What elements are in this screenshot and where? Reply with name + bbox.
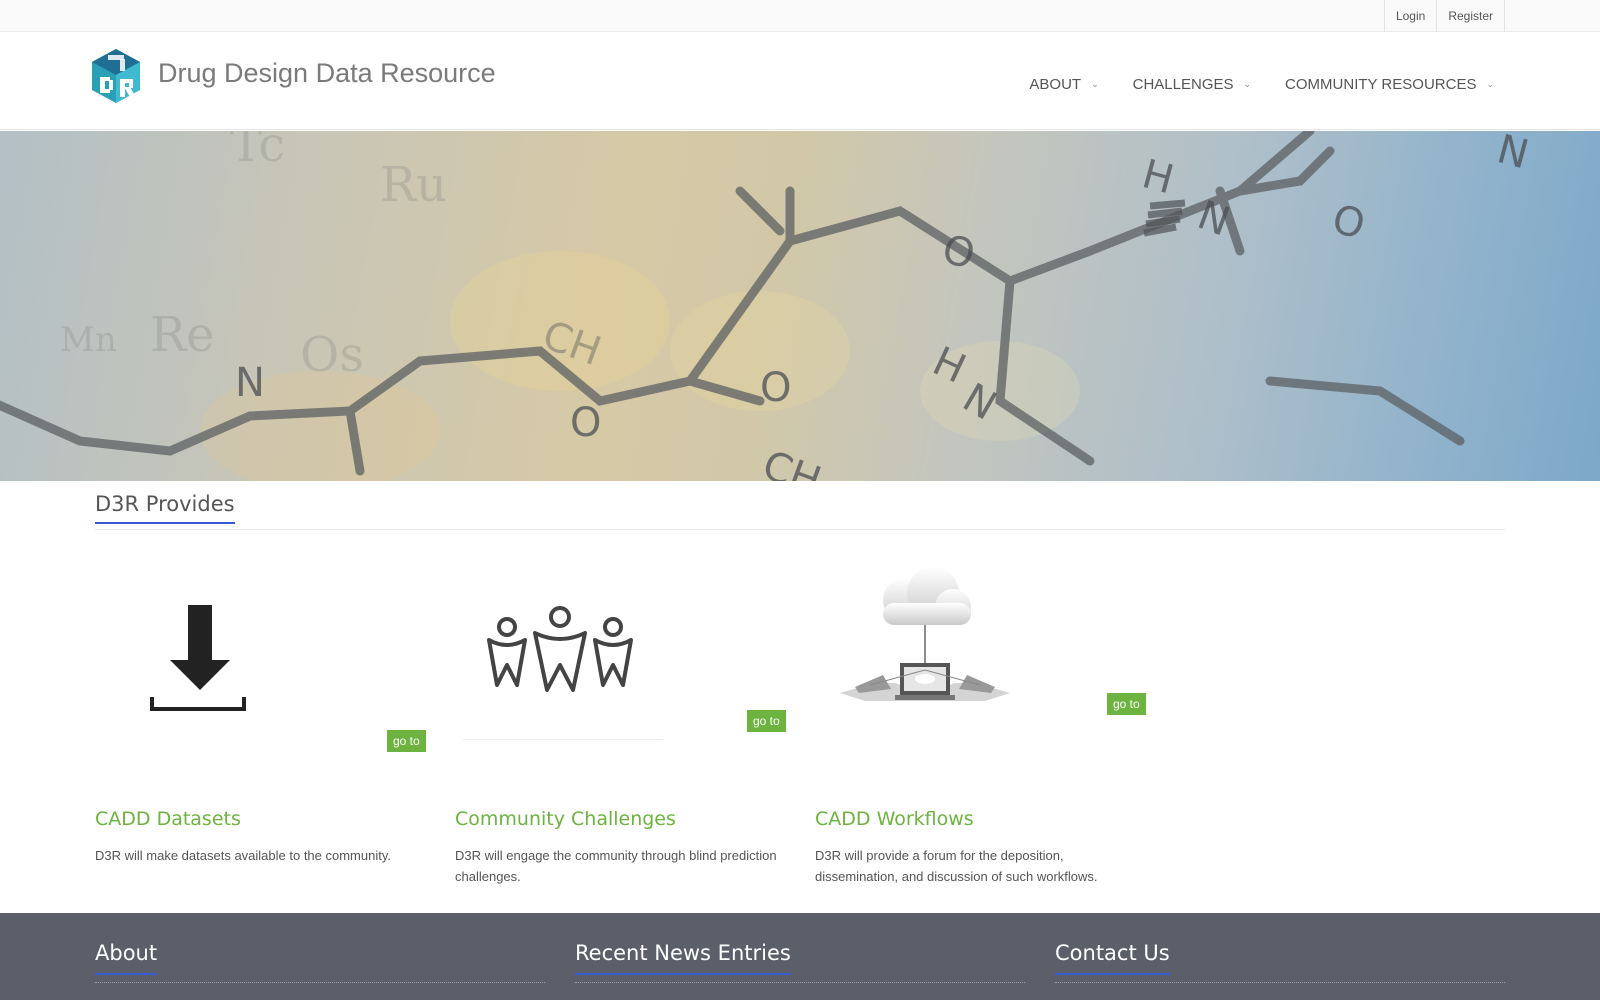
footer-about: About <box>95 941 545 983</box>
feature-image: go to <box>815 565 1155 765</box>
register-link[interactable]: Register <box>1436 0 1504 32</box>
nav-label: CHALLENGES <box>1132 76 1234 93</box>
svg-text:O: O <box>570 400 601 446</box>
svg-text:Os: Os <box>300 327 364 383</box>
chevron-down-icon: ⌄ <box>1486 79 1494 89</box>
chevron-down-icon: ⌄ <box>1243 79 1252 89</box>
svg-text:N: N <box>1492 131 1533 178</box>
molecule-background-image: O H N O N O O H N N CH CH Tc Ru Re Mn Os <box>0 131 1533 481</box>
account-links: Login Register <box>1383 0 1505 32</box>
svg-text:O: O <box>1327 196 1369 249</box>
site-title[interactable]: Drug Design Data Resource <box>158 58 496 89</box>
goto-button[interactable]: go to <box>1107 693 1146 715</box>
footer-heading: Recent News Entries <box>575 941 791 975</box>
goto-button[interactable]: go to <box>747 710 786 732</box>
site-footer: About Recent News Entries Contact Us <box>0 913 1600 1000</box>
svg-text:Re: Re <box>150 307 215 363</box>
svg-text:N: N <box>235 360 265 406</box>
feature-image: go to <box>95 565 435 765</box>
goto-button[interactable]: go to <box>387 730 426 752</box>
nav-label: ABOUT <box>1029 76 1082 93</box>
cloud-network-icon <box>840 567 1010 701</box>
feature-description: D3R will make datasets available to the … <box>95 848 391 863</box>
people-icon <box>487 606 633 692</box>
footer-heading: About <box>95 941 158 975</box>
feature-title[interactable]: Community Challenges <box>455 808 676 830</box>
svg-text:CH: CH <box>757 442 827 481</box>
nav-about[interactable]: ABOUT ⌄ <box>1029 76 1098 93</box>
feature-title[interactable]: CADD Datasets <box>95 808 241 830</box>
feature-description: D3R will provide a forum for the deposit… <box>815 848 1098 884</box>
feature-community-challenges: go to Community Challenges D3R will enga… <box>455 565 795 884</box>
section-title: D3R Provides <box>95 492 235 524</box>
hero-banner: O H N O N O O H N N CH CH Tc Ru Re Mn Os <box>0 131 1600 481</box>
svg-text:Tc: Tc <box>230 131 285 173</box>
nav-community-resources[interactable]: COMMUNITY RESOURCES ⌄ <box>1285 76 1494 93</box>
nav-label: COMMUNITY RESOURCES <box>1285 76 1477 93</box>
login-link[interactable]: Login <box>1385 0 1436 32</box>
main-nav: ABOUT ⌄ CHALLENGES ⌄ COMMUNITY RESOURCES… <box>995 76 1494 93</box>
download-icon <box>150 605 246 711</box>
footer-heading: Contact Us <box>1055 941 1170 975</box>
svg-text:N: N <box>1192 192 1236 245</box>
feature-title[interactable]: CADD Workflows <box>815 808 974 830</box>
top-utility-bar: Login Register <box>0 0 1600 32</box>
svg-text:H: H <box>1137 151 1178 203</box>
svg-text:Ru: Ru <box>380 157 447 213</box>
feature-cadd-workflows: go to CADD Workflows D3R will provide a … <box>815 565 1155 884</box>
footer-contact: Contact Us <box>1055 941 1505 983</box>
provides-section-header: D3R Provides <box>95 492 1505 530</box>
divider <box>463 739 663 740</box>
site-header: Drug Design Data Resource ABOUT ⌄ CHALLE… <box>0 32 1600 130</box>
d3r-logo[interactable] <box>88 47 144 109</box>
feature-description: D3R will engage the community through bl… <box>455 848 777 884</box>
footer-recent-news: Recent News Entries <box>575 941 1025 983</box>
nav-challenges[interactable]: CHALLENGES ⌄ <box>1133 76 1251 93</box>
feature-cadd-datasets: go to CADD Datasets D3R will make datase… <box>95 565 435 863</box>
svg-text:Mn: Mn <box>60 320 117 360</box>
svg-text:O: O <box>760 365 791 411</box>
feature-image: go to <box>455 565 795 765</box>
chevron-down-icon: ⌄ <box>1091 79 1099 89</box>
